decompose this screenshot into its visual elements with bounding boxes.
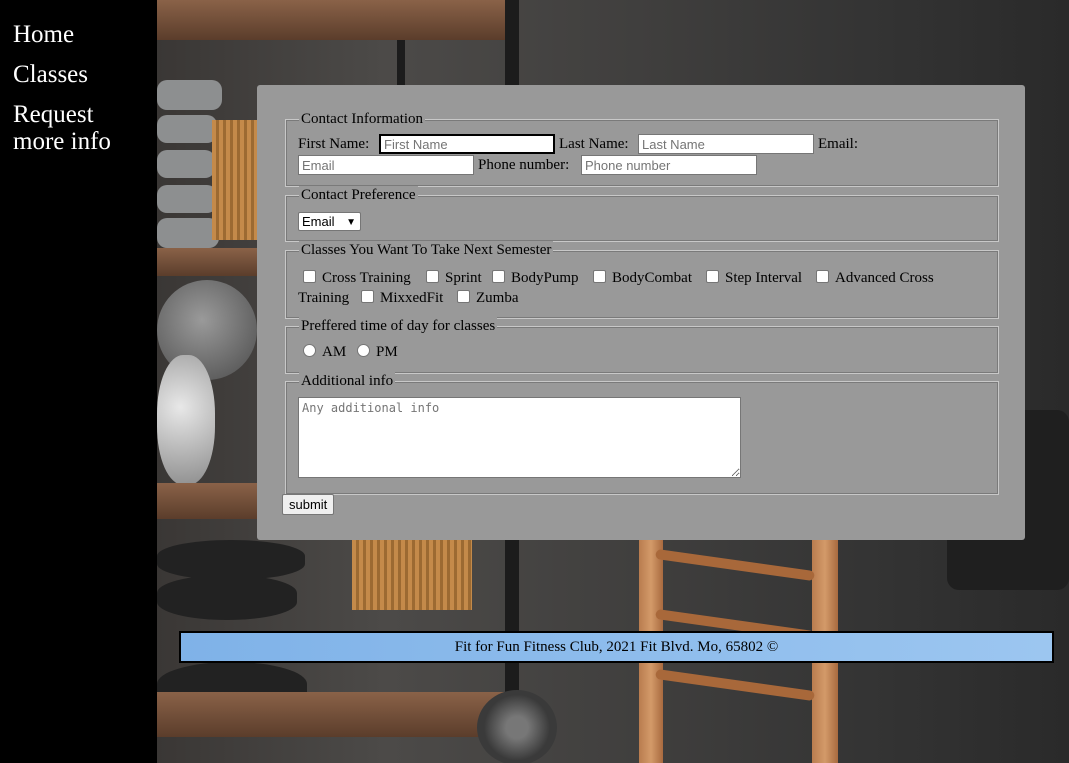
contact-preference-selected-value: Email <box>302 214 335 229</box>
checkbox-label-sprint: Sprint <box>445 270 482 286</box>
radio-pm[interactable] <box>357 344 370 357</box>
submit-button[interactable]: submit <box>282 494 335 515</box>
checkbox-bodypump[interactable] <box>492 270 505 283</box>
classes-fieldset: Classes You Want To Take Next Semester C… <box>285 241 999 319</box>
contact-information-fieldset: Contact Information First Name: Last Nam… <box>285 110 999 187</box>
radio-label-pm: PM <box>376 344 398 360</box>
checkbox-sprint[interactable] <box>426 270 439 283</box>
phone-number-input[interactable] <box>581 155 757 175</box>
basket <box>352 540 472 610</box>
dumbbell-weight <box>477 690 557 763</box>
contact-preference-fieldset: Contact Preference Email ▼ <box>285 186 999 242</box>
phone-number-label: Phone number: <box>478 157 570 173</box>
contact-preference-select[interactable]: Email ▼ <box>298 212 361 231</box>
email-input[interactable] <box>298 155 474 175</box>
towel-stack <box>157 218 219 248</box>
checkbox-label-mixxedfit: MixxedFit <box>380 290 444 306</box>
contact-information-legend: Contact Information <box>299 110 426 128</box>
radio-label-am: AM <box>322 344 347 360</box>
chevron-down-icon: ▼ <box>346 217 356 228</box>
last-name-input[interactable] <box>638 134 814 154</box>
ladder-rung <box>655 668 815 702</box>
nav-link-classes[interactable]: Classes <box>13 61 143 88</box>
radio-am[interactable] <box>303 344 316 357</box>
additional-info-legend: Additional info <box>299 372 396 390</box>
towel-stack <box>157 80 222 110</box>
shelf-board <box>157 483 257 519</box>
nav-link-home[interactable]: Home <box>13 21 143 48</box>
additional-info-textarea[interactable] <box>298 397 741 478</box>
weight-plate <box>157 575 297 620</box>
exercise-ball <box>157 355 215 485</box>
basket <box>212 120 257 240</box>
footer: Fit for Fun Fitness Club, 2021 Fit Blvd.… <box>179 631 1054 663</box>
footer-text: Fit for Fun Fitness Club, 2021 Fit Blvd.… <box>454 639 779 655</box>
checkbox-step-interval[interactable] <box>706 270 719 283</box>
checkbox-label-bodycombat: BodyCombat <box>612 270 693 286</box>
checkbox-cross-training[interactable] <box>303 270 316 283</box>
shelf-board <box>157 692 509 737</box>
time-of-day-legend: Preffered time of day for classes <box>299 317 498 335</box>
checkbox-advanced-cross-training[interactable] <box>816 270 829 283</box>
email-label: Email: <box>818 136 858 152</box>
additional-info-fieldset: Additional info <box>285 372 999 495</box>
first-name-label: First Name: <box>298 136 370 152</box>
checkbox-label-cross-training: Cross Training <box>322 270 411 286</box>
nav-link-request-more-info[interactable]: Request more info <box>13 101 143 155</box>
checkbox-mixxedfit[interactable] <box>361 290 374 303</box>
checkbox-label-bodypump: BodyPump <box>511 270 579 286</box>
towel-stack <box>157 150 215 178</box>
towel-stack <box>157 185 217 213</box>
first-name-input[interactable] <box>379 134 555 154</box>
classes-legend: Classes You Want To Take Next Semester <box>299 241 554 259</box>
last-name-label: Last Name: <box>559 136 629 152</box>
checkbox-label-advanced-cross: Advanced Cross <box>835 270 934 286</box>
sidebar-nav: Home Classes Request more info <box>0 0 157 763</box>
ladder-rung <box>655 548 815 582</box>
towel-stack <box>157 115 217 143</box>
time-of-day-fieldset: Preffered time of day for classes AM PM <box>285 317 999 374</box>
checkbox-label-training: Training <box>298 290 350 306</box>
checkbox-label-step-interval: Step Interval <box>725 270 803 286</box>
checkbox-zumba[interactable] <box>457 290 470 303</box>
weight-plate <box>157 540 305 580</box>
shelf-board <box>157 0 509 40</box>
checkbox-label-zumba: Zumba <box>476 290 519 306</box>
contact-preference-legend: Contact Preference <box>299 186 418 204</box>
shelf-board <box>157 248 257 276</box>
checkbox-bodycombat[interactable] <box>593 270 606 283</box>
request-info-form: Contact Information First Name: Last Nam… <box>257 85 1025 540</box>
